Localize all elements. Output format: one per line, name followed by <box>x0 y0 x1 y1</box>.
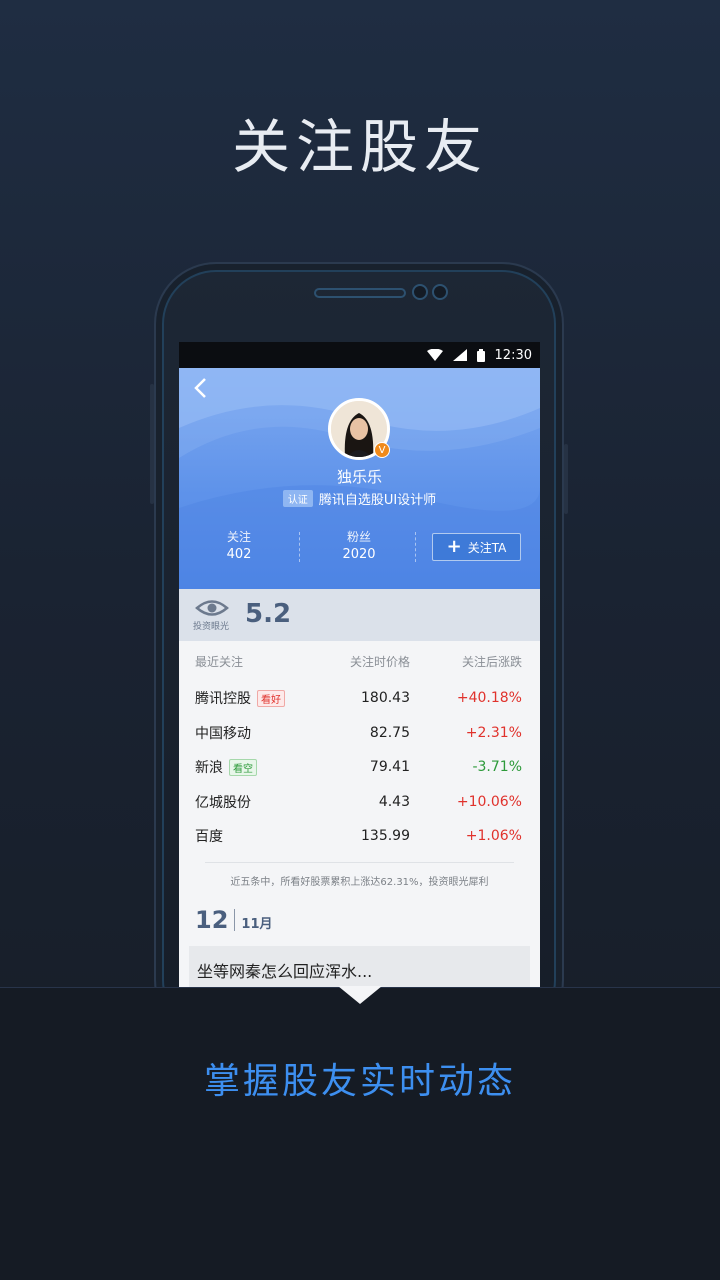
price-change: +2.31% <box>465 724 522 741</box>
price-change: -3.71% <box>472 759 522 776</box>
signal-icon <box>452 349 467 361</box>
follow-price: 82.75 <box>369 724 410 741</box>
score-value: 5.2 <box>245 599 292 629</box>
stat-divider <box>299 532 300 562</box>
phone-sensor <box>432 284 448 300</box>
back-icon[interactable] <box>193 376 217 404</box>
following-count: 402 <box>226 547 252 562</box>
stock-name: 亿城股份 <box>195 794 251 811</box>
table-body: 腾讯控股 看好 180.43 +40.18% 中国移动 82.75 +2.31% 新浪 看空 79… <box>195 681 524 854</box>
following-stat[interactable]: 关注 402 <box>189 528 289 562</box>
phone-screen: 12:30 V 独乐乐 认证 腾讯自选股UI设计师 关注 402 粉丝 2020… <box>179 342 540 987</box>
phone-camera <box>412 284 428 300</box>
score-label: 投资眼光 <box>193 622 230 632</box>
follow-price: 180.43 <box>361 690 410 707</box>
table-row[interactable]: 中国移动 82.75 +2.31% <box>195 716 524 751</box>
feed-date: 12 11月 <box>179 888 540 934</box>
recent-follows-table: 最近关注 关注时价格 关注后涨跌 腾讯控股 看好 180.43 +40.18% 中国移动… <box>179 641 540 888</box>
table-row[interactable]: 腾讯控股 看好 180.43 +40.18% <box>195 681 524 716</box>
status-time: 12:30 <box>494 347 532 363</box>
follow-price: 79.41 <box>369 759 410 776</box>
status-bar: 12:30 <box>179 342 540 368</box>
summary-note: 近五条中，所看好股票累积上涨达62.31%，投资眼光犀利 <box>205 861 514 888</box>
follow-button-label: 关注TA <box>467 540 507 555</box>
feed-month: 11月 <box>241 916 273 932</box>
stock-name-cell: 亿城股份 <box>195 792 315 812</box>
follow-button[interactable]: + 关注TA <box>432 533 521 561</box>
battery-icon <box>476 348 485 362</box>
bearish-tag: 看空 <box>229 758 257 776</box>
stock-name: 新浪 <box>195 760 223 777</box>
pointer-triangle <box>338 986 382 1004</box>
investment-score-bar: 投资眼光 5.2 <box>179 589 540 641</box>
follow-price: 135.99 <box>361 828 410 845</box>
headline: 关注股友 <box>231 113 488 181</box>
cert-title: 腾讯自选股UI设计师 <box>318 493 437 508</box>
phone-side-button <box>150 384 154 504</box>
fans-count: 2020 <box>342 547 376 562</box>
bottom-panel <box>0 987 720 1280</box>
header-change: 关注后涨跌 <box>461 654 522 669</box>
certification-line: 认证 腾讯自选股UI设计师 <box>179 489 540 508</box>
table-header: 最近关注 关注时价格 关注后涨跌 <box>195 641 524 681</box>
price-change: +10.06% <box>456 793 522 810</box>
date-separator <box>234 908 236 931</box>
stock-name: 中国移动 <box>195 725 251 742</box>
profile-header: V 独乐乐 认证 腾讯自选股UI设计师 关注 402 粉丝 2020 + 关注T… <box>179 368 540 589</box>
table-row[interactable]: 新浪 看空 79.41 -3.71% <box>195 750 524 785</box>
feed-day: 12 <box>195 905 229 934</box>
table-row[interactable]: 百度 135.99 +1.06% <box>195 819 524 854</box>
sub-headline: 掌握股友实时动态 <box>203 1061 516 1102</box>
stock-name-cell: 中国移动 <box>195 723 315 743</box>
stock-name-cell: 百度 <box>195 826 315 846</box>
feed-post[interactable]: 坐等网秦怎么回应浑水... <box>189 945 530 987</box>
profile-name: 独乐乐 <box>336 468 382 486</box>
header-price: 关注时价格 <box>349 654 410 669</box>
plus-icon: + <box>446 536 462 557</box>
fans-stat[interactable]: 粉丝 2020 <box>309 528 409 562</box>
price-change: +40.18% <box>456 690 522 707</box>
following-label: 关注 <box>226 530 251 544</box>
eye-icon <box>195 600 229 616</box>
table-row[interactable]: 亿城股份 4.43 +10.06% <box>195 785 524 820</box>
cert-tag: 认证 <box>282 490 313 507</box>
wifi-icon <box>426 349 443 361</box>
stock-name: 腾讯控股 <box>195 691 251 708</box>
price-change: +1.06% <box>465 828 522 845</box>
post-title: 坐等网秦怎么回应浑水... <box>197 961 373 981</box>
bullish-tag: 看好 <box>257 689 285 707</box>
header-recent: 最近关注 <box>195 654 244 669</box>
verified-badge: V <box>374 442 390 458</box>
stat-divider <box>415 532 416 562</box>
follow-price: 4.43 <box>378 793 410 810</box>
phone-speaker <box>314 288 406 298</box>
phone-side-button <box>564 444 568 514</box>
fans-label: 粉丝 <box>346 530 371 544</box>
stock-name-cell: 新浪 看空 <box>195 757 315 777</box>
stock-name: 百度 <box>195 829 223 846</box>
stock-name-cell: 腾讯控股 看好 <box>195 688 315 708</box>
